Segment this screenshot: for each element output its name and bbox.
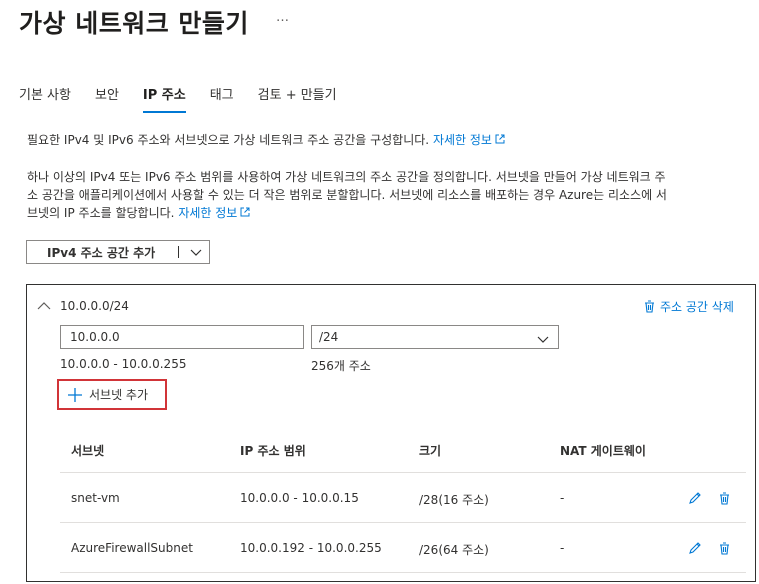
tab-bar: 기본 사항 보안 IP 주소 태그 검토 + 만들기 xyxy=(19,84,361,113)
trash-icon[interactable] xyxy=(719,540,730,559)
subnet-nat-gateway: - xyxy=(560,541,565,555)
table-divider xyxy=(60,522,746,523)
column-header-subnet: 서브넷 xyxy=(71,444,105,458)
add-ipv4-address-space-label: IPv4 주소 공간 추가 xyxy=(47,245,156,260)
edit-pencil-icon[interactable] xyxy=(688,540,702,559)
description-line-1: 하나 이상의 IPv4 또는 IPv6 주소 범위를 사용하여 가상 네트워크의… xyxy=(27,170,666,184)
address-count-text: 256개 주소 xyxy=(311,359,371,373)
add-ipv4-address-space-button[interactable]: IPv4 주소 공간 추가 xyxy=(26,240,210,264)
description-learn-more-link[interactable]: 자세한 정보 xyxy=(178,206,250,220)
chevron-up-icon[interactable] xyxy=(37,296,51,315)
address-space-cidr-select[interactable]: /24 xyxy=(311,325,559,349)
page-title: 가상 네트워크 만들기 xyxy=(19,9,249,38)
tab-ip-addresses[interactable]: IP 주소 xyxy=(142,84,186,113)
add-subnet-button[interactable]: 서브넷 추가 xyxy=(57,379,167,410)
description-line-3: 브넷의 IP 주소를 할당합니다. xyxy=(27,206,175,220)
address-range-text: 10.0.0.0 - 10.0.0.255 xyxy=(60,357,187,371)
intro-text: 필요한 IPv4 및 IPv6 주소와 서브넷으로 가상 네트워크 주소 공간을… xyxy=(27,131,505,151)
learn-more-label: 자세한 정보 xyxy=(432,133,492,147)
address-space-title: 10.0.0.0/24 xyxy=(60,299,129,313)
subnet-name-link[interactable]: AzureFirewallSubnet xyxy=(71,541,193,555)
subnet-size: /26(64 주소) xyxy=(419,543,489,557)
chevron-down-icon xyxy=(536,331,550,353)
description-line-2: 소 공간을 애플리케이션에서 사용할 수 있는 더 작은 범위로 분할합니다. … xyxy=(27,188,667,202)
external-link-icon xyxy=(495,133,505,151)
cidr-select-value: /24 xyxy=(319,330,339,344)
chevron-down-icon[interactable] xyxy=(189,245,203,262)
subnet-size: /28(16 주소) xyxy=(419,493,489,507)
subnet-name-link[interactable]: snet-vm xyxy=(71,491,120,505)
column-header-nat-gateway: NAT 게이트웨이 xyxy=(560,444,646,458)
tab-review-create[interactable]: 검토 + 만들기 xyxy=(258,84,337,113)
subnet-nat-gateway: - xyxy=(560,491,565,505)
more-options-button[interactable]: … xyxy=(276,10,290,25)
add-subnet-label: 서브넷 추가 xyxy=(89,388,149,402)
intro-sentence: 필요한 IPv4 및 IPv6 주소와 서브넷으로 가상 네트워크 주소 공간을… xyxy=(27,133,430,147)
column-header-ip-range: IP 주소 범위 xyxy=(240,444,306,458)
address-space-ip-input[interactable]: 10.0.0.0 xyxy=(60,325,304,349)
delete-address-space-button[interactable]: 주소 공간 삭제 xyxy=(644,298,734,315)
split-separator xyxy=(178,246,179,258)
table-divider xyxy=(60,572,746,573)
learn-more-link[interactable]: 자세한 정보 xyxy=(433,133,505,147)
subnet-ip-range: 10.0.0.0 - 10.0.0.15 xyxy=(240,491,359,505)
tab-security[interactable]: 보안 xyxy=(95,84,119,113)
plus-icon xyxy=(68,387,82,402)
tab-tags[interactable]: 태그 xyxy=(210,84,234,113)
trash-icon xyxy=(645,300,654,313)
subnet-ip-range: 10.0.0.192 - 10.0.0.255 xyxy=(240,541,382,555)
external-link-icon xyxy=(240,206,250,224)
table-divider xyxy=(60,472,746,473)
description-line-3-wrap: 브넷의 IP 주소를 할당합니다. 자세한 정보 xyxy=(27,204,250,224)
column-header-size: 크기 xyxy=(419,444,442,458)
tab-basics[interactable]: 기본 사항 xyxy=(19,84,71,113)
trash-icon[interactable] xyxy=(719,490,730,509)
delete-address-space-label: 주소 공간 삭제 xyxy=(660,300,734,314)
description-learn-more-label: 자세한 정보 xyxy=(178,206,238,220)
edit-pencil-icon[interactable] xyxy=(688,490,702,509)
